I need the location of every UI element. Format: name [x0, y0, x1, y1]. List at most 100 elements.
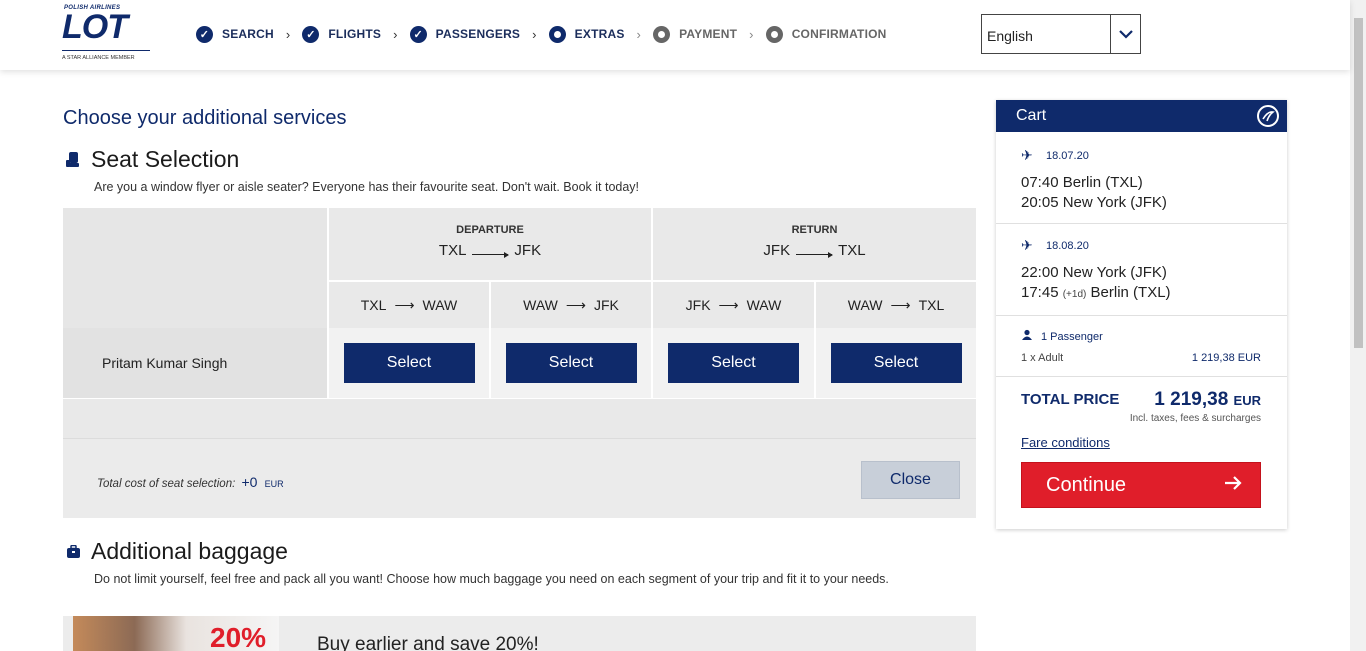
step-label: PAYMENT: [679, 27, 738, 41]
step-payment: PAYMENT ›: [653, 25, 766, 43]
step-flights[interactable]: ✓ FLIGHTS ›: [302, 25, 409, 43]
select-cell: Select: [814, 328, 976, 398]
baggage-title-text: Additional baggage: [91, 538, 288, 564]
passenger-count-text: 1 Passenger: [1041, 330, 1103, 343]
check-icon: ✓: [409, 25, 427, 43]
segment-from: JFK: [685, 297, 711, 313]
segment-to: TXL: [918, 297, 945, 313]
flight-date: ✈ 18.08.20: [1021, 237, 1281, 254]
language-value: English: [987, 28, 1033, 44]
continue-label: Continue: [1046, 473, 1127, 496]
passenger-icon: [1021, 329, 1033, 344]
flight-departure: 22:00 New York (JFK): [1021, 264, 1167, 281]
departure-header: DEPARTURE TXL JFK: [327, 208, 651, 280]
suitcase-icon: [63, 541, 83, 563]
total-currency: EUR: [1233, 393, 1261, 408]
long-arrow-icon: [796, 247, 834, 258]
select-seat-button-txl-waw[interactable]: Select: [343, 343, 475, 383]
logo-divider: [62, 50, 150, 51]
next-day-badge: (+1d): [1062, 289, 1087, 300]
segment-to: JFK: [593, 297, 619, 313]
step-search[interactable]: ✓ SEARCH ›: [196, 25, 302, 43]
arrival-place: New York (JFK): [1062, 194, 1167, 211]
flight-departure: 07:40 Berlin (TXL): [1021, 174, 1143, 191]
cart-flight-outbound: ✈ 18.07.20 07:40 Berlin (TXL) 20:05 New …: [1021, 147, 1281, 211]
arrow-right-icon: [1223, 473, 1243, 499]
step-passengers[interactable]: ✓ PASSENGERS ›: [409, 25, 549, 43]
arrival-time: 20:05: [1021, 194, 1059, 211]
select-seat-button-waw-txl[interactable]: Select: [830, 343, 962, 383]
seat-total-cost: Total cost of seat selection: +0 EUR: [97, 474, 284, 490]
chevron-right-icon: ›: [393, 26, 398, 42]
step-label: PASSENGERS: [435, 27, 521, 41]
seat-footer: Total cost of seat selection: +0 EUR Clo…: [63, 438, 976, 518]
return-header: RETURN JFK TXL: [651, 208, 976, 280]
star-alliance-label: A STAR ALLIANCE MEMBER: [62, 55, 135, 61]
passenger-price-row: 1 x Adult 1 219,38 EUR: [1021, 352, 1261, 364]
seat-total-value: +0: [241, 474, 258, 490]
cart-divider: [996, 315, 1287, 316]
passenger-name: Pritam Kumar Singh: [63, 328, 327, 398]
close-button[interactable]: Close: [861, 461, 960, 499]
check-icon: ✓: [196, 25, 213, 43]
seat-total-currency: EUR: [264, 479, 284, 489]
segment-to: WAW: [422, 297, 458, 313]
step-confirmation: CONFIRMATION: [765, 25, 887, 43]
passenger-amount: 1 219,38 EUR: [1191, 352, 1261, 364]
select-seat-button-jfk-waw[interactable]: Select: [668, 343, 799, 383]
step-label: EXTRAS: [574, 27, 625, 41]
plane-icon: ✈: [1021, 147, 1033, 163]
cart-passengers: 1 Passenger 1 x Adult 1 219,38 EUR: [1021, 329, 1261, 364]
cart-divider: [996, 376, 1287, 377]
chevron-down-icon[interactable]: [1110, 15, 1140, 53]
language-select[interactable]: English: [981, 14, 1141, 54]
seat-selection-panel: DEPARTURE TXL JFK RETURN JFK TXL TXL ⟶ WAW…: [63, 208, 976, 518]
chevron-right-icon: ›: [285, 26, 291, 42]
total-amount-value: 1 219,38: [1154, 389, 1229, 410]
segment-header: JFK ⟶ WAW: [651, 280, 814, 328]
scrollbar-thumb[interactable]: [1354, 18, 1363, 348]
cart-panel: Cart ✈ 18.07.20 07:40 Berlin (TXL) 20:05…: [996, 100, 1287, 529]
route-from: TXL: [438, 242, 467, 259]
segment-to: WAW: [746, 297, 782, 313]
pending-step-icon: [765, 25, 783, 43]
booking-progress: ✓ SEARCH › ✓ FLIGHTS › ✓ PASSENGERS › EX…: [196, 24, 887, 44]
step-label: SEARCH: [222, 27, 274, 41]
arrow-right-icon: ⟶: [718, 296, 739, 313]
seat-section-title: Seat Selection: [63, 146, 239, 173]
return-route: JFK TXL: [653, 242, 976, 259]
logo-wordmark: LOT: [62, 8, 128, 46]
chevron-right-icon: ›: [532, 26, 537, 42]
baggage-section-title: Additional baggage: [63, 538, 288, 565]
arrival-time: 17:45: [1021, 284, 1059, 301]
segment-header: TXL ⟶ WAW: [327, 280, 489, 328]
plane-icon: ✈: [1021, 237, 1033, 253]
check-icon: ✓: [302, 25, 320, 43]
select-cell: Select: [489, 328, 651, 398]
step-extras: EXTRAS ›: [548, 25, 653, 43]
flight-arrival: 17:45 (+1d) Berlin (TXL): [1021, 284, 1281, 301]
lot-logo[interactable]: POLISH AIRLINES LOT A STAR ALLIANCE MEMB…: [60, 4, 154, 64]
continue-button[interactable]: Continue: [1021, 462, 1261, 508]
route-from: JFK: [763, 242, 791, 259]
passenger-count: 1 Passenger: [1021, 329, 1261, 344]
cart-header: Cart: [996, 100, 1287, 132]
page-scrollbar[interactable]: [1350, 0, 1366, 651]
route-to: TXL: [838, 242, 866, 259]
seat-total-label: Total cost of seat selection:: [97, 478, 236, 490]
seat-description: Are you a window flyer or aisle seater? …: [94, 180, 640, 194]
fare-conditions-link[interactable]: Fare conditions: [1021, 435, 1110, 450]
seat-table-spacer: [63, 398, 976, 438]
segment-from: TXL: [360, 297, 387, 313]
pending-step-icon: [653, 25, 671, 43]
passenger-type: 1 x Adult: [1021, 352, 1064, 364]
select-seat-button-waw-jfk[interactable]: Select: [505, 343, 637, 383]
chevron-right-icon: ›: [749, 26, 754, 42]
baggage-description: Do not limit yourself, feel free and pac…: [94, 572, 889, 586]
cart-divider: [996, 223, 1287, 224]
flight-date: ✈ 18.07.20: [1021, 147, 1281, 164]
select-cell: Select: [651, 328, 814, 398]
select-cell: Select: [327, 328, 489, 398]
step-label: FLIGHTS: [328, 27, 382, 41]
long-arrow-icon: [472, 247, 510, 258]
